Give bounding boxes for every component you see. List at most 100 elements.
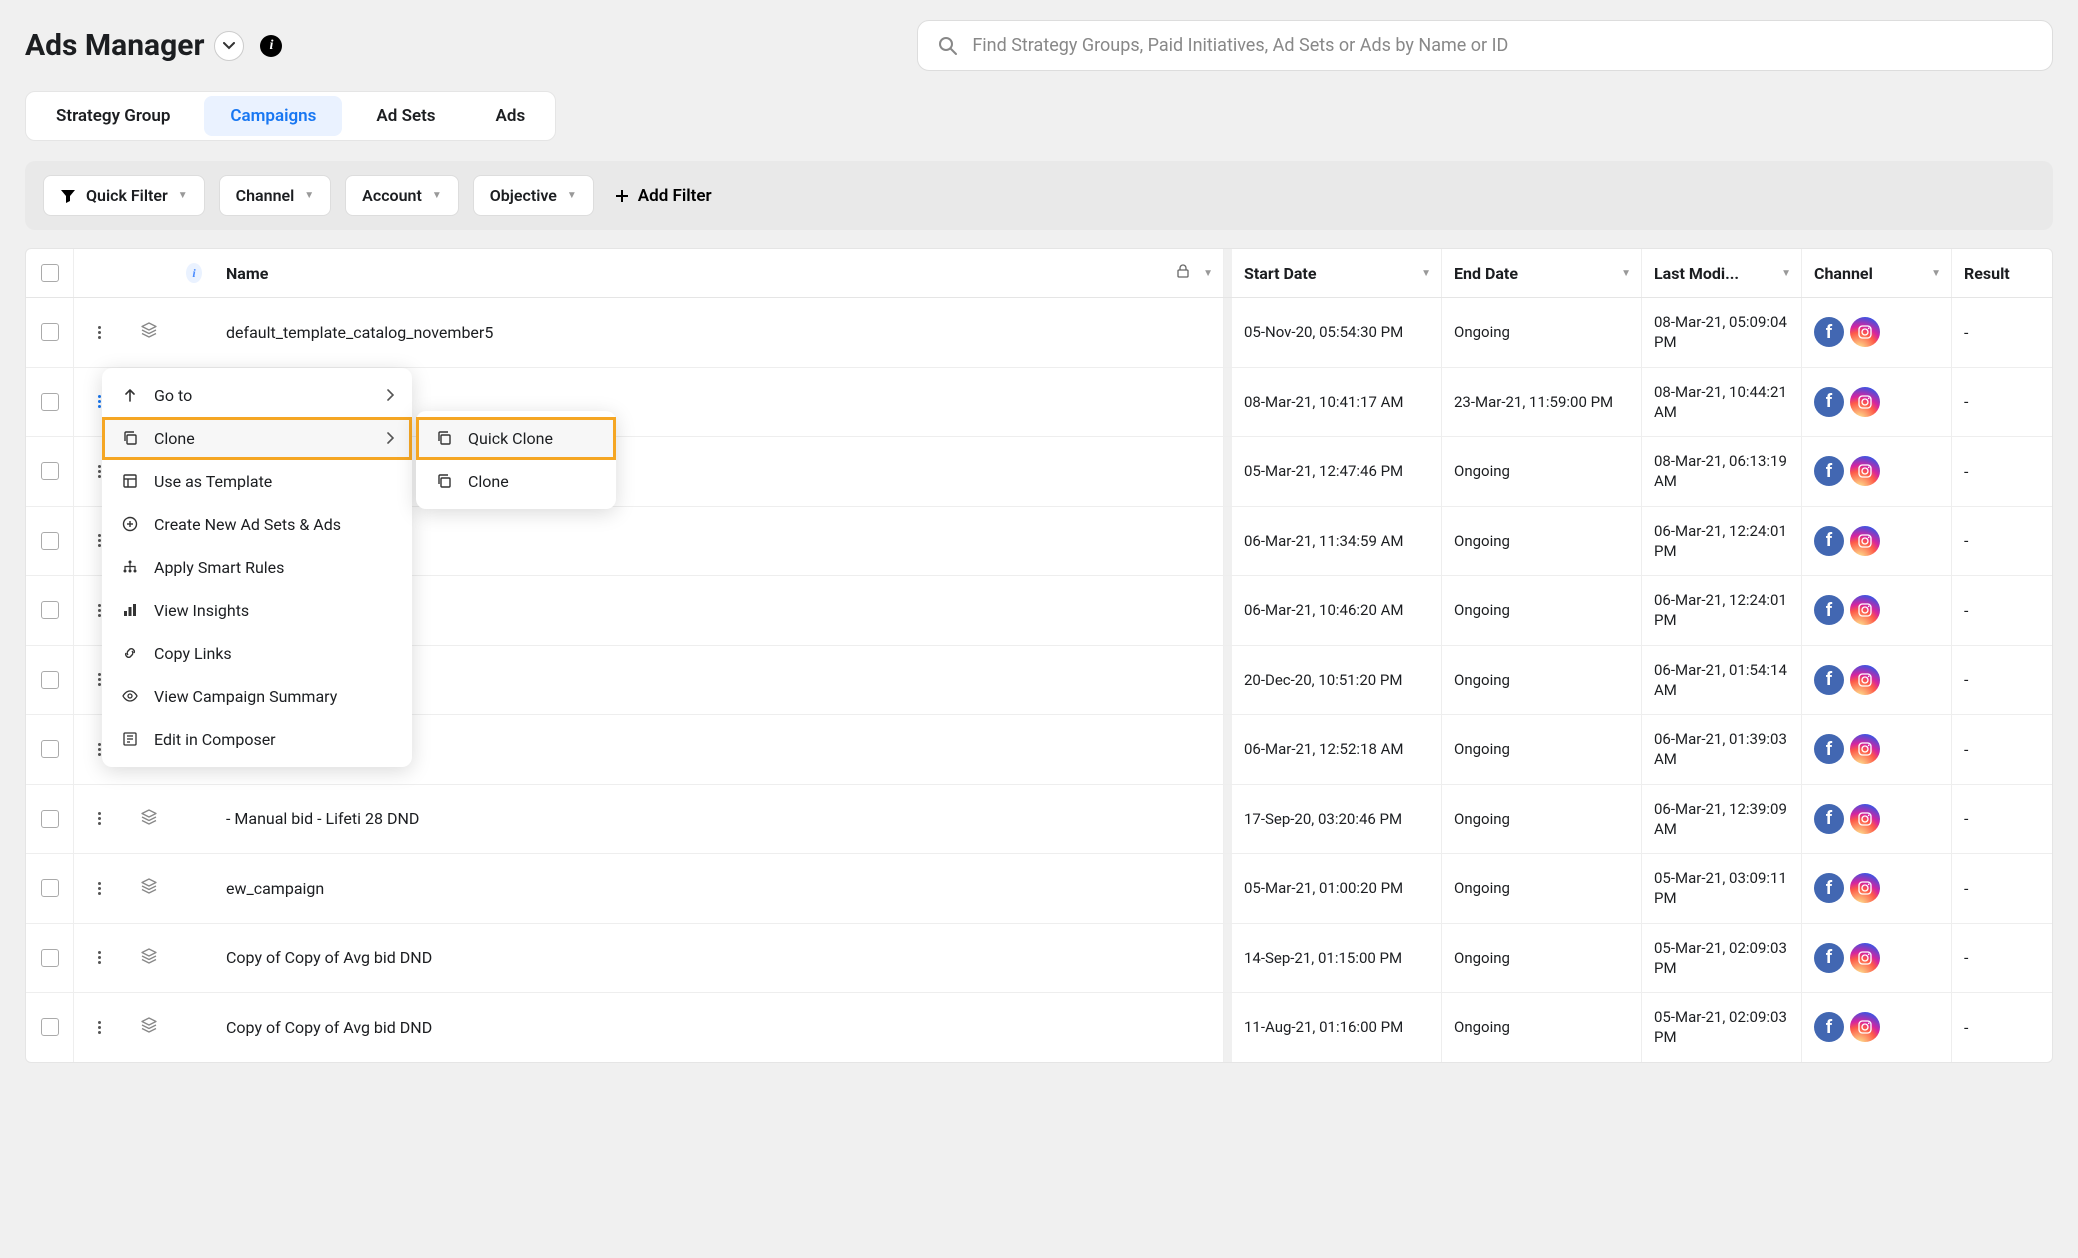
row-last-modified: 06-Mar-21, 01:54:14 AM bbox=[1642, 646, 1802, 715]
row-layers-cell[interactable] bbox=[124, 298, 174, 367]
quick-filter-button[interactable]: Quick Filter ▼ bbox=[43, 175, 205, 216]
instagram-icon bbox=[1850, 665, 1880, 695]
row-select-cell[interactable] bbox=[26, 576, 74, 645]
row-end-date: Ongoing bbox=[1442, 785, 1642, 854]
add-filter-button[interactable]: Add Filter bbox=[614, 186, 712, 206]
row-layers-cell[interactable] bbox=[124, 993, 174, 1062]
start-date-label: Start Date bbox=[1244, 264, 1316, 283]
row-actions-button[interactable] bbox=[94, 322, 105, 343]
row-name-cell[interactable]: - Manual bid - Lifeti 28 DND bbox=[214, 785, 1224, 854]
result-header[interactable]: Result bbox=[1952, 249, 2052, 297]
row-select-cell[interactable] bbox=[26, 368, 74, 437]
row-checkbox[interactable] bbox=[41, 1018, 59, 1036]
row-select-cell[interactable] bbox=[26, 646, 74, 715]
objective-filter-button[interactable]: Objective ▼ bbox=[473, 175, 594, 216]
row-checkbox[interactable] bbox=[41, 810, 59, 828]
menu-item-copy-links[interactable]: Copy Links bbox=[102, 632, 412, 675]
name-header[interactable]: Name ▼ bbox=[214, 249, 1224, 297]
row-result: - bbox=[1952, 854, 2052, 923]
start-date-header[interactable]: Start Date▼ bbox=[1232, 249, 1442, 297]
row-checkbox[interactable] bbox=[41, 879, 59, 897]
filter-icon bbox=[60, 188, 76, 204]
row-checkbox[interactable] bbox=[41, 323, 59, 341]
menu-item-label: Apply Smart Rules bbox=[154, 558, 284, 577]
row-checkbox[interactable] bbox=[41, 949, 59, 967]
info-icon[interactable]: i bbox=[260, 35, 282, 57]
row-last-modified: 06-Mar-21, 12:39:09 AM bbox=[1642, 785, 1802, 854]
channel-filter-button[interactable]: Channel ▼ bbox=[219, 175, 332, 216]
row-select-cell[interactable] bbox=[26, 437, 74, 506]
column-gap bbox=[1224, 785, 1232, 854]
row-select-cell[interactable] bbox=[26, 298, 74, 367]
row-end-date: 23-Mar-21, 11:59:00 PM bbox=[1442, 368, 1642, 437]
menu-item-apply-smart-rules[interactable]: Apply Smart Rules bbox=[102, 546, 412, 589]
menu-item-create-new-ad-sets-ads[interactable]: Create New Ad Sets & Ads bbox=[102, 503, 412, 546]
table-row: Go toCloneQuick CloneCloneUse as Templat… bbox=[26, 368, 2052, 438]
menu-item-go-to[interactable]: Go to bbox=[102, 374, 412, 417]
table-row: default_template_catalog_november505-Nov… bbox=[26, 298, 2052, 368]
row-checkbox[interactable] bbox=[41, 462, 59, 480]
row-name-cell[interactable]: ew_campaign bbox=[214, 854, 1224, 923]
row-checkbox[interactable] bbox=[41, 393, 59, 411]
channel-header[interactable]: Channel▼ bbox=[1802, 249, 1952, 297]
row-checkbox[interactable] bbox=[41, 601, 59, 619]
row-actions-cell: Go toCloneQuick CloneCloneUse as Templat… bbox=[74, 368, 124, 437]
row-start-date: 05-Mar-21, 01:00:20 PM bbox=[1232, 854, 1442, 923]
menu-item-view-insights[interactable]: View Insights bbox=[102, 589, 412, 632]
sort-icon: ▼ bbox=[1621, 268, 1631, 279]
menu-item-edit-in-composer[interactable]: Edit in Composer bbox=[102, 718, 412, 761]
row-actions-button[interactable] bbox=[94, 947, 105, 968]
select-all-header[interactable] bbox=[26, 249, 74, 297]
row-actions-button[interactable] bbox=[94, 878, 105, 899]
row-end-date: Ongoing bbox=[1442, 854, 1642, 923]
row-result: - bbox=[1952, 507, 2052, 576]
row-checkbox[interactable] bbox=[41, 671, 59, 689]
account-filter-button[interactable]: Account ▼ bbox=[345, 175, 459, 216]
search-box[interactable] bbox=[917, 20, 2053, 71]
tab-ad-sets[interactable]: Ad Sets bbox=[346, 92, 465, 140]
row-name-cell[interactable]: default_template_catalog_november5 bbox=[214, 298, 1224, 367]
row-select-cell[interactable] bbox=[26, 507, 74, 576]
menu-item-clone[interactable]: CloneQuick CloneClone bbox=[102, 417, 412, 460]
row-start-date: 08-Mar-21, 10:41:17 AM bbox=[1232, 368, 1442, 437]
row-select-cell[interactable] bbox=[26, 715, 74, 784]
row-checkbox[interactable] bbox=[41, 740, 59, 758]
last-modified-header[interactable]: Last Modi...▼ bbox=[1642, 249, 1802, 297]
row-last-modified: 06-Mar-21, 12:24:01 PM bbox=[1642, 507, 1802, 576]
menu-item-use-as-template[interactable]: Use as Template bbox=[102, 460, 412, 503]
compose-icon bbox=[120, 731, 140, 747]
row-actions-cell bbox=[74, 924, 124, 993]
info-badge-icon: i bbox=[186, 263, 202, 283]
title-dropdown-button[interactable] bbox=[214, 31, 244, 61]
row-select-cell[interactable] bbox=[26, 854, 74, 923]
tab-strategy-group[interactable]: Strategy Group bbox=[26, 92, 200, 140]
row-layers-cell[interactable] bbox=[124, 924, 174, 993]
tab-ads[interactable]: Ads bbox=[466, 92, 556, 140]
layers-icon bbox=[140, 877, 158, 899]
row-name-cell[interactable]: Copy of Copy of Avg bid DND bbox=[214, 924, 1224, 993]
table-body: default_template_catalog_november505-Nov… bbox=[26, 298, 2052, 1062]
search-input[interactable] bbox=[972, 35, 2032, 56]
menu-item-view-campaign-summary[interactable]: View Campaign Summary bbox=[102, 675, 412, 718]
row-layers-cell[interactable] bbox=[124, 854, 174, 923]
end-date-header[interactable]: End Date▼ bbox=[1442, 249, 1642, 297]
dropdown-icon: ▼ bbox=[304, 190, 314, 201]
row-actions-button[interactable] bbox=[94, 1017, 105, 1038]
select-all-checkbox[interactable] bbox=[41, 264, 59, 282]
row-select-cell[interactable] bbox=[26, 993, 74, 1062]
row-select-cell[interactable] bbox=[26, 924, 74, 993]
instagram-icon bbox=[1850, 595, 1880, 625]
template-icon bbox=[120, 473, 140, 489]
row-checkbox[interactable] bbox=[41, 532, 59, 550]
campaign-name: Copy of Copy of Avg bid DND bbox=[226, 948, 432, 967]
row-name-cell[interactable]: Copy of Copy of Avg bid DND bbox=[214, 993, 1224, 1062]
submenu-item-clone[interactable]: Clone bbox=[416, 460, 616, 503]
row-actions-button[interactable] bbox=[94, 808, 105, 829]
tab-campaigns[interactable]: Campaigns bbox=[204, 96, 342, 136]
menu-item-label: Copy Links bbox=[154, 644, 232, 663]
menu-item-label: Clone bbox=[154, 429, 195, 448]
row-select-cell[interactable] bbox=[26, 785, 74, 854]
layers-icon bbox=[140, 947, 158, 969]
row-layers-cell[interactable] bbox=[124, 785, 174, 854]
submenu-item-quick-clone[interactable]: Quick Clone bbox=[416, 417, 616, 460]
